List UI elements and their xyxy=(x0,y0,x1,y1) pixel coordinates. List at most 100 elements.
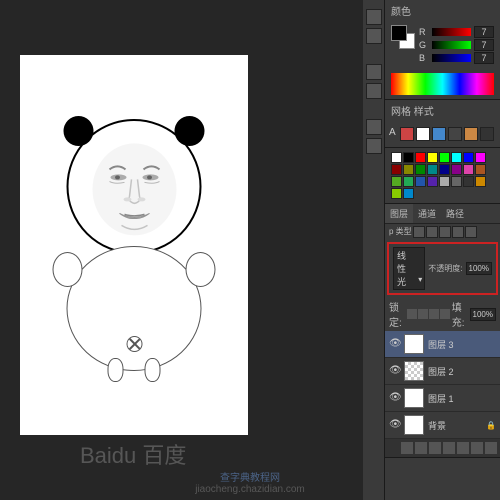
swatch[interactable] xyxy=(403,164,414,175)
style-swatch[interactable] xyxy=(416,127,430,141)
dock-icon[interactable] xyxy=(366,28,382,44)
swatch-grid xyxy=(391,152,494,199)
layer-item[interactable]: 👁图层 3 xyxy=(385,331,500,358)
lock-pixels-icon[interactable] xyxy=(418,309,428,319)
style-swatch[interactable] xyxy=(400,127,414,141)
swatch[interactable] xyxy=(475,176,486,187)
tab-channels[interactable]: 通道 xyxy=(413,204,441,223)
watermark-sub: jiaocheng.chazidian.com xyxy=(195,484,305,495)
kind-label: p 类型 xyxy=(389,226,412,238)
swatch[interactable] xyxy=(391,188,402,199)
style-swatch[interactable] xyxy=(448,127,462,141)
layer-item[interactable]: 👁背景🔒 xyxy=(385,412,500,439)
style-swatch[interactable] xyxy=(432,127,446,141)
visibility-toggle[interactable]: 👁 xyxy=(389,338,401,350)
b-slider[interactable] xyxy=(432,54,471,62)
filter-icon[interactable] xyxy=(452,226,464,238)
dock-icon[interactable] xyxy=(366,138,382,154)
swatch[interactable] xyxy=(403,176,414,187)
styles-title[interactable]: 样式 xyxy=(414,107,434,118)
link-icon[interactable] xyxy=(401,442,413,454)
layer-name: 背景 xyxy=(428,419,446,432)
canvas[interactable] xyxy=(20,55,248,435)
filter-icon[interactable] xyxy=(439,226,451,238)
style-swatch[interactable] xyxy=(480,127,494,141)
swatch[interactable] xyxy=(391,176,402,187)
visibility-toggle[interactable]: 👁 xyxy=(389,365,401,377)
dock-icon[interactable] xyxy=(366,64,382,80)
lock-all-icon[interactable] xyxy=(440,309,450,319)
swatch[interactable] xyxy=(451,176,462,187)
swatch[interactable] xyxy=(415,176,426,187)
filter-icon[interactable] xyxy=(465,226,477,238)
color-panel: 颜色 R 7 G 7 xyxy=(385,0,500,100)
swatch[interactable] xyxy=(403,188,414,199)
style-swatch[interactable] xyxy=(464,127,478,141)
trash-icon[interactable] xyxy=(485,442,497,454)
color-panel-title[interactable]: 颜色 xyxy=(385,0,500,21)
opacity-value[interactable]: 100% xyxy=(466,262,492,275)
swatch[interactable] xyxy=(391,152,402,163)
swatch[interactable] xyxy=(391,164,402,175)
tab-layers[interactable]: 图层 xyxy=(385,204,413,223)
lock-position-icon[interactable] xyxy=(429,309,439,319)
swatch[interactable] xyxy=(403,152,414,163)
filter-icon[interactable] xyxy=(426,226,438,238)
color-spectrum[interactable] xyxy=(391,73,494,95)
dock-icon[interactable] xyxy=(366,9,382,25)
swatch[interactable] xyxy=(427,176,438,187)
swatch[interactable] xyxy=(451,152,462,163)
adjustment-icon[interactable] xyxy=(443,442,455,454)
fill-label: 填充: xyxy=(452,299,468,329)
visibility-toggle[interactable]: 👁 xyxy=(389,419,401,431)
fill-value[interactable]: 100% xyxy=(470,308,496,321)
styles-tab[interactable]: 网格 xyxy=(391,107,411,118)
panda-head xyxy=(67,119,202,254)
layer-thumbnail xyxy=(404,388,424,408)
swatch[interactable] xyxy=(463,176,474,187)
swatch[interactable] xyxy=(463,164,474,175)
opacity-label: 不透明度: xyxy=(428,263,462,274)
blend-mode-row: 线性光 不透明度: 100% xyxy=(387,242,498,295)
group-icon[interactable] xyxy=(457,442,469,454)
swatch[interactable] xyxy=(427,152,438,163)
visibility-toggle[interactable]: 👁 xyxy=(389,392,401,404)
navel xyxy=(126,336,142,352)
r-slider[interactable] xyxy=(432,28,471,36)
filter-icon[interactable] xyxy=(413,226,425,238)
mask-icon[interactable] xyxy=(429,442,441,454)
swatch[interactable] xyxy=(439,164,450,175)
b-label: B xyxy=(419,53,429,63)
swatch[interactable] xyxy=(463,152,474,163)
swatch[interactable] xyxy=(415,152,426,163)
layer-item[interactable]: 👁图层 1 xyxy=(385,385,500,412)
b-value[interactable]: 7 xyxy=(474,52,494,64)
new-layer-icon[interactable] xyxy=(471,442,483,454)
fx-icon[interactable] xyxy=(415,442,427,454)
tab-paths[interactable]: 路径 xyxy=(441,204,469,223)
site-watermark: 查字典教程网 jiaocheng.chazidian.com xyxy=(195,469,305,495)
layer-thumbnail xyxy=(404,415,424,435)
swatch[interactable] xyxy=(415,164,426,175)
dock-icon[interactable] xyxy=(366,83,382,99)
swatch[interactable] xyxy=(427,164,438,175)
g-slider[interactable] xyxy=(432,41,471,49)
fg-bg-swatch[interactable] xyxy=(391,25,415,49)
blend-mode-select[interactable]: 线性光 xyxy=(393,247,425,290)
layer-list: 👁图层 3👁图层 2👁图层 1👁背景🔒 xyxy=(385,331,500,439)
swatch[interactable] xyxy=(439,152,450,163)
swatch[interactable] xyxy=(475,164,486,175)
swatch[interactable] xyxy=(451,164,462,175)
dock-icon[interactable] xyxy=(366,119,382,135)
swatch[interactable] xyxy=(439,176,450,187)
lock-transparency-icon[interactable] xyxy=(407,309,417,319)
swatch[interactable] xyxy=(475,152,486,163)
layer-thumbnail xyxy=(404,361,424,381)
foreground-swatch[interactable] xyxy=(391,25,407,41)
g-label: G xyxy=(419,40,429,50)
layer-item[interactable]: 👁图层 2 xyxy=(385,358,500,385)
r-value[interactable]: 7 xyxy=(474,26,494,38)
lock-label: 锁定: xyxy=(389,299,405,329)
layers-panel: 图层 通道 路径 p 类型 线性光 不透明度: 100% 锁定: 填充: xyxy=(385,204,500,458)
g-value[interactable]: 7 xyxy=(474,39,494,51)
